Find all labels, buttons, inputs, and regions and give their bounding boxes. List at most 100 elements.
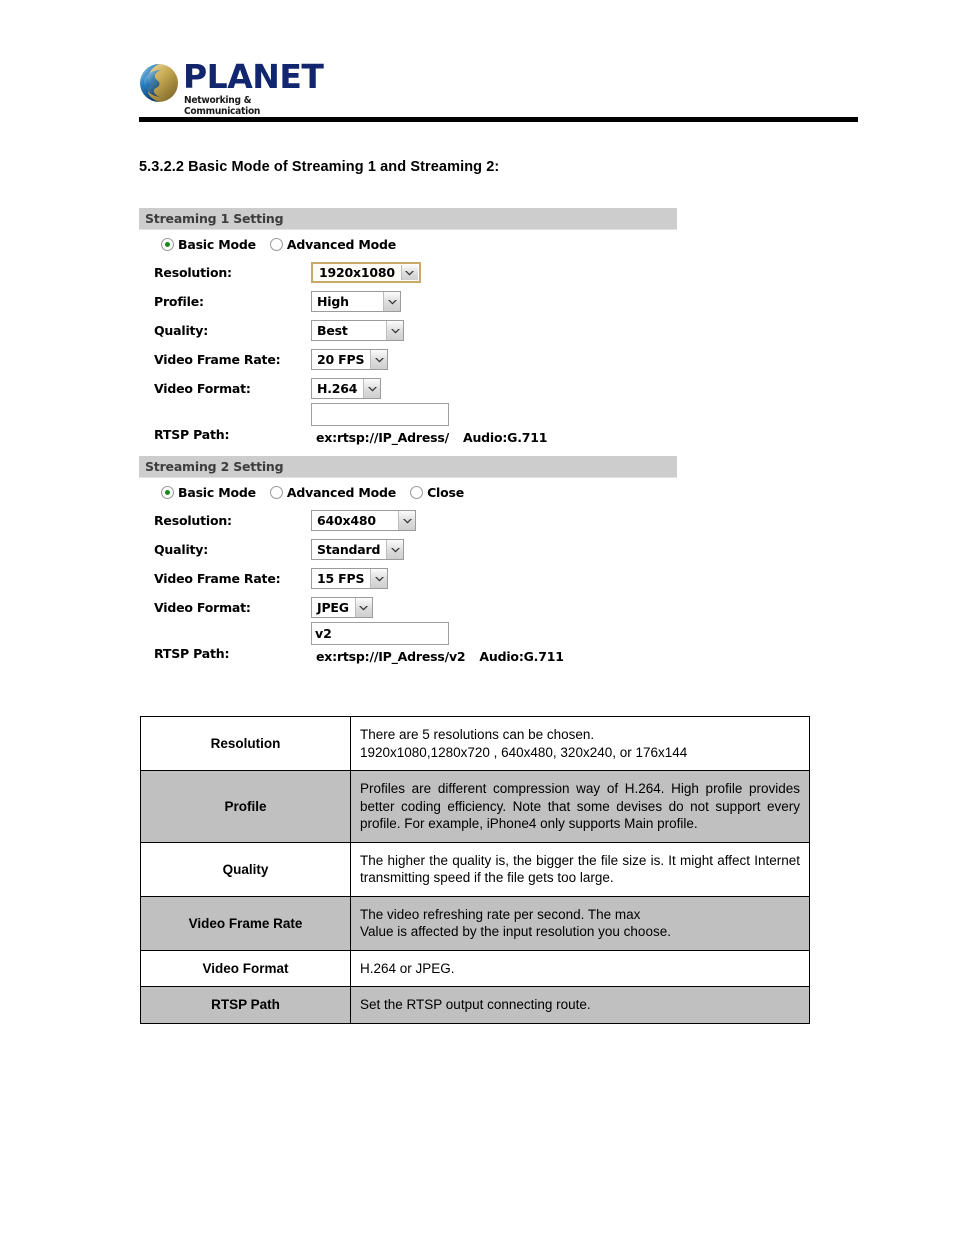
table-description-line: H.264 or JPEG. [360,960,455,976]
streaming-1-profile-select[interactable]: High [311,291,401,312]
streaming-1-rtsp-hint: ex:rtsp://IP_Adress/Audio:G.711 [316,430,547,445]
radio-label: Advanced Mode [286,236,397,252]
table-description-line: Profiles are different compression way o… [360,781,800,831]
chevron-down-icon[interactable] [370,350,388,369]
table-row: Profile Profiles are different compressio… [140,770,810,843]
table-row: Resolution There are 5 resolutions can be… [140,716,810,771]
streaming-2-rtsp-example: ex:rtsp://IP_Adress/v2 [316,649,466,664]
radio-icon-checked[interactable] [161,485,174,499]
streaming-1-radio-advanced-mode[interactable]: Advanced Mode [269,236,397,252]
streaming-1-quality-select[interactable]: Best [311,320,404,341]
streaming-2-mode-radio-group: Basic Mode Advanced Mode Close [139,478,677,506]
chevron-down-icon[interactable] [386,321,403,340]
radio-icon[interactable] [410,485,424,499]
streaming-2-resolution-label: Resolution: [154,513,232,528]
chevron-down-icon[interactable] [370,569,388,588]
streaming-1-resolution-select[interactable]: 1920x1080 [311,262,421,283]
table-description-cell: There are 5 resolutions can be chosen. 19… [350,716,810,771]
streaming-1-framerate-row: Video Frame Rate: 20 FPS [139,345,677,374]
table-description-cell: Set the RTSP output connecting route. [350,986,810,1024]
streaming-1-profile-label: Profile: [154,294,204,309]
streaming-2-quality-label: Quality: [154,542,209,557]
streaming-2-quality-value: Standard [317,542,381,557]
streaming-2-format-label: Video Format: [154,600,251,615]
streaming-2-quality-select[interactable]: Standard [311,539,405,560]
chevron-down-icon[interactable] [386,540,404,559]
streaming-2-rtsp-audio: Audio:G.711 [479,649,564,664]
streaming-1-mode-radio-group: Basic Mode Advanced Mode [139,230,677,258]
table-description-cell: The video refreshing rate per second. Th… [350,895,810,951]
table-term-cell: RTSP Path [140,986,351,1024]
logo-wordmark: PLANET [183,57,324,96]
table-row: Video Frame Rate The video refreshing rat… [140,895,810,951]
table-term-cell: Profile [140,770,351,843]
table-description-cell: The higher the quality is, the bigger th… [350,841,810,897]
streaming-1-rtsp-example: ex:rtsp://IP_Adress/ [316,430,449,445]
streaming-1-profile-value: High [317,294,349,309]
streaming-2-framerate-value: 15 FPS [317,571,365,586]
streaming-2-radio-close[interactable]: Close [410,485,464,500]
table-description-line: There are 5 resolutions can be chosen. [360,727,595,742]
streaming-2-framerate-label: Video Frame Rate: [154,571,281,586]
streaming-1-panel: Streaming 1 Setting Basic Mode Advanced … [139,208,677,455]
table-row: Quality The higher the quality is, the bi… [140,841,810,897]
streaming-1-format-select[interactable]: H.264 [311,378,382,399]
streaming-2-panel: Streaming 2 Setting Basic Mode Advanced … [139,456,677,674]
radio-icon-checked[interactable] [161,237,174,251]
radio-label: Advanced Mode [286,484,397,500]
table-term-cell: Quality [140,841,351,897]
radio-icon[interactable] [269,485,283,499]
streaming-1-profile-row: Profile: High [139,287,677,316]
table-term-cell: Resolution [140,716,351,771]
streaming-1-radio-basic-mode[interactable]: Basic Mode [161,237,256,252]
planet-logo: PLANET Networking & Communication [139,60,324,117]
streaming-1-format-value: H.264 [317,381,358,396]
streaming-1-rtsp-input[interactable] [311,403,449,426]
streaming-1-resolution-row: Resolution: 1920x1080 [139,258,677,287]
radio-label: Close [427,484,465,500]
streaming-1-format-row: Video Format: H.264 [139,374,677,403]
table-description-cell: H.264 or JPEG. [350,949,810,987]
streaming-2-resolution-select[interactable]: 640x480 [311,510,416,531]
chevron-down-icon[interactable] [383,292,400,311]
table-description-cell: Profiles are different compression way o… [350,770,810,843]
planet-globe-icon [140,64,178,102]
table-row: RTSP Path Set the RTSP output connecting … [140,986,810,1024]
radio-label: Basic Mode [178,236,256,252]
radio-label: Basic Mode [178,484,256,500]
table-description-line: Value is affected by the input resolutio… [360,924,671,939]
streaming-1-format-label: Video Format: [154,381,251,396]
table-description-line: The video refreshing rate per second. Th… [360,906,641,922]
streaming-2-radio-basic-mode[interactable]: Basic Mode [161,485,256,500]
chevron-down-icon[interactable] [398,511,415,530]
chevron-down-icon[interactable] [363,379,381,398]
table-description-line: Set the RTSP output connecting route. [360,997,591,1012]
streaming-2-framerate-select[interactable]: 15 FPS [311,568,389,589]
radio-icon[interactable] [269,237,283,251]
streaming-2-rtsp-label: RTSP Path: [154,646,230,661]
table-term-cell: Video Format [140,949,351,987]
chevron-down-icon[interactable] [400,265,418,280]
table-description-line: 1920x1080,1280x720 , 640x480, 320x240, o… [360,744,688,760]
streaming-2-panel-title: Streaming 2 Setting [139,456,677,478]
streaming-1-quality-label: Quality: [154,323,209,338]
chevron-down-icon[interactable] [354,598,372,617]
page-title: 5.3.2.2 Basic Mode of Streaming 1 and St… [139,159,500,175]
streaming-1-quality-row: Quality: Best [139,316,677,345]
streaming-1-resolution-value: 1920x1080 [319,265,395,280]
streaming-1-rtsp-audio: Audio:G.711 [462,430,548,445]
streaming-1-quality-value: Best [317,323,348,338]
streaming-2-format-select[interactable]: JPEG [311,597,373,618]
streaming-1-framerate-select[interactable]: 20 FPS [311,349,389,370]
table-description-line: The higher the quality is, the bigger th… [360,852,800,886]
logo-tagline: Networking & Communication [184,95,261,117]
streaming-2-quality-row: Quality: Standard [139,535,677,564]
streaming-2-format-row: Video Format: JPEG [139,593,677,622]
streaming-2-rtsp-input[interactable] [311,622,449,645]
streaming-1-framerate-label: Video Frame Rate: [154,352,281,367]
streaming-2-format-value: JPEG [317,600,349,615]
streaming-2-framerate-row: Video Frame Rate: 15 FPS [139,564,677,593]
streaming-1-rtsp-row: RTSP Path: ex:rtsp://IP_Adress/Audio:G.7… [139,403,677,455]
streaming-2-radio-advanced-mode[interactable]: Advanced Mode [269,484,397,500]
streaming-1-rtsp-label: RTSP Path: [154,427,230,442]
